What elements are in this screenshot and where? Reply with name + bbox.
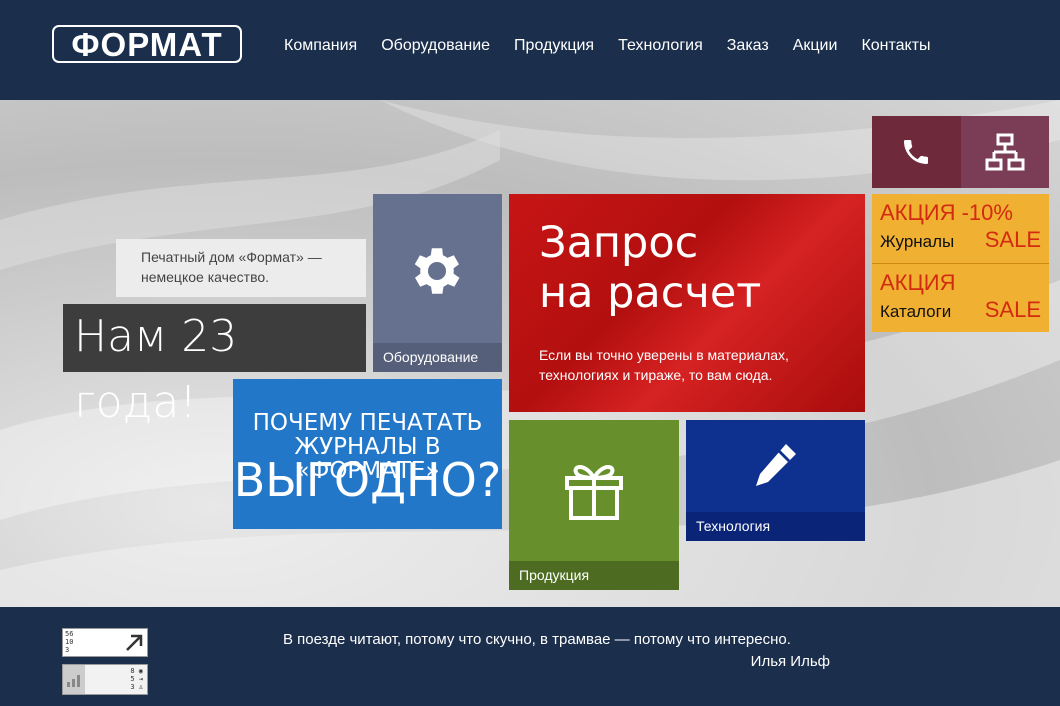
- tile-technology[interactable]: Технология: [686, 420, 865, 541]
- sitemap-icon: [985, 133, 1025, 171]
- nav-company[interactable]: Компания: [284, 36, 357, 56]
- gear-icon: [414, 248, 460, 294]
- counter-value: 10: [65, 638, 74, 646]
- promo-catalogs[interactable]: АКЦИЯ Каталоги SALE: [872, 263, 1049, 332]
- counter-value: 3: [65, 646, 70, 654]
- tile-phone[interactable]: [872, 116, 961, 188]
- tile-why-format[interactable]: ПОЧЕМУ ПЕЧАТАТЬ ЖУРНАЛЫ В «ФОРМАТЕ» ВЫГО…: [233, 379, 502, 529]
- promo-name: Каталоги: [880, 302, 952, 321]
- counter-value: 5: [130, 675, 135, 683]
- promo-sale: SALE: [984, 297, 1041, 322]
- arrow-up-right-icon: [126, 634, 143, 651]
- why-line1: ПОЧЕМУ ПЕЧАТАТЬ: [252, 410, 483, 436]
- main-nav: Компания Оборудование Продукция Технолог…: [284, 36, 955, 56]
- nav-technology[interactable]: Технология: [618, 36, 703, 56]
- tagline: Печатный дом «Формат» — немецкое качеств…: [116, 239, 366, 297]
- request-title: Запрос на расчет: [539, 218, 761, 318]
- request-description: Если вы точно уверены в материалах, техн…: [539, 347, 789, 383]
- visit-counter[interactable]: 56 10 3: [62, 628, 148, 657]
- nav-equipment[interactable]: Оборудование: [381, 36, 490, 56]
- footer-quote-author: Илья Ильф: [750, 653, 830, 670]
- stats-counter[interactable]: 8 ◉ 5 ⇥ 3 ♙: [62, 664, 148, 695]
- site-header: ФОРМАТ Компания Оборудование Продукция Т…: [0, 0, 1060, 100]
- promo-title: АКЦИЯ: [880, 270, 956, 295]
- visit-counter-values: 56 10 3: [65, 630, 73, 654]
- promo-block: АКЦИЯ -10% Журналы SALE АКЦИЯ Каталоги S…: [872, 194, 1049, 332]
- counter-value: 56: [65, 630, 74, 638]
- years-badge: Нам 23 года!: [63, 304, 366, 428]
- counter-value: 3: [130, 683, 135, 691]
- tile-sitemap[interactable]: [961, 116, 1049, 188]
- tile-equipment[interactable]: Оборудование: [373, 194, 502, 372]
- footer-quote: В поезде читают, потому что скучно, в тр…: [283, 631, 791, 648]
- promo-title: АКЦИЯ -10%: [880, 200, 1013, 225]
- gift-icon: [565, 465, 623, 520]
- request-title-line2: на расчет: [539, 268, 762, 318]
- why-line3: ВЫГОДНО?: [233, 453, 502, 507]
- tile-technology-label: Технология: [686, 512, 865, 541]
- logo[interactable]: ФОРМАТ: [52, 25, 242, 63]
- request-title-line1: Запрос: [539, 218, 699, 268]
- tile-equipment-label: Оборудование: [373, 343, 502, 372]
- hero-section: Печатный дом «Формат» — немецкое качеств…: [0, 100, 1060, 607]
- phone-icon: [904, 140, 928, 164]
- nav-contacts[interactable]: Контакты: [861, 36, 930, 56]
- counter-value: 8: [130, 667, 135, 675]
- stats-counter-values: 8 ◉ 5 ⇥ 3 ♙: [130, 667, 143, 691]
- nav-order[interactable]: Заказ: [727, 36, 769, 56]
- tile-request-quote[interactable]: Запрос на расчет Если вы точно уверены в…: [509, 194, 865, 412]
- pencil-icon: [756, 444, 796, 486]
- nav-promotions[interactable]: Акции: [793, 36, 838, 56]
- tile-products-label: Продукция: [509, 561, 679, 590]
- promo-sale: SALE: [984, 227, 1041, 252]
- nav-products[interactable]: Продукция: [514, 36, 594, 56]
- site-footer: 56 10 3 8 ◉ 5 ⇥ 3 ♙ В поезде читают, пот…: [0, 607, 1060, 706]
- promo-magazines[interactable]: АКЦИЯ -10% Журналы SALE: [872, 194, 1049, 263]
- promo-name: Журналы: [880, 232, 955, 251]
- bar-chart-icon: [63, 665, 85, 694]
- tile-products[interactable]: Продукция: [509, 420, 679, 590]
